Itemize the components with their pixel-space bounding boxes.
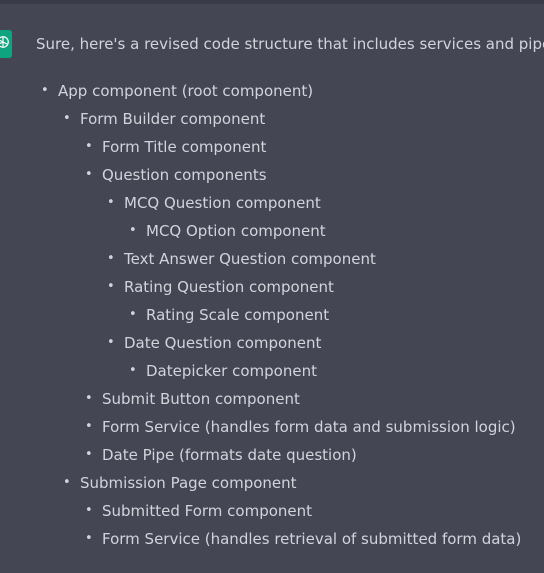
bullet-icon: •	[107, 279, 115, 294]
tree-item: • Rating Scale component	[0, 303, 544, 331]
tree-item-label: Text Answer Question component	[124, 250, 376, 268]
top-divider	[0, 0, 544, 4]
tree-item-label: Datepicker component	[146, 362, 317, 380]
tree-item: • Question components	[0, 163, 544, 191]
tree-item: • Text Answer Question component	[0, 247, 544, 275]
bullet-icon: •	[85, 447, 93, 462]
tree-item: • MCQ Option component	[0, 219, 544, 247]
tree-item: • MCQ Question component	[0, 191, 544, 219]
tree-item: • Date Question component	[0, 331, 544, 359]
bullet-icon: •	[107, 195, 115, 210]
bullet-icon: •	[129, 363, 137, 378]
tree-item: • Submit Button component	[0, 387, 544, 415]
component-tree: • App component (root component) • Form Bui…	[0, 79, 544, 555]
tree-item: • Date Pipe (formats date question)	[0, 443, 544, 471]
tree-item-label: Form Service (handles retrieval of submi…	[102, 530, 522, 548]
bullet-icon: •	[41, 83, 49, 98]
message-intro: Sure, here's a revised code structure th…	[36, 35, 544, 53]
tree-item: • Form Builder component	[0, 107, 544, 135]
tree-item: • Submitted Form component	[0, 499, 544, 527]
tree-item-label: Question components	[102, 166, 267, 184]
tree-item: • Datepicker component	[0, 359, 544, 387]
tree-item-label: Form Builder component	[80, 110, 266, 128]
tree-item-label: MCQ Option component	[146, 222, 326, 240]
openai-logo-icon	[0, 33, 12, 55]
bullet-icon: •	[129, 307, 137, 322]
bullet-icon: •	[107, 335, 115, 350]
bullet-icon: •	[85, 139, 93, 154]
tree-item-label: Submit Button component	[102, 390, 300, 408]
tree-item: • Form Service (handles retrieval of subm…	[0, 527, 544, 555]
bullet-icon: •	[85, 391, 93, 406]
tree-item-label: Date Question component	[124, 334, 322, 352]
tree-item-label: Submission Page component	[80, 474, 297, 492]
tree-item: • Rating Question component	[0, 275, 544, 303]
bullet-icon: •	[85, 503, 93, 518]
tree-item: • Form Title component	[0, 135, 544, 163]
tree-item: • Form Service (handles form data and sub…	[0, 415, 544, 443]
assistant-avatar	[0, 30, 12, 58]
tree-item: • Submission Page component	[0, 471, 544, 499]
tree-item-label: Rating Scale component	[146, 306, 330, 324]
bullet-icon: •	[85, 167, 93, 182]
tree-item: • App component (root component)	[0, 79, 544, 107]
tree-item-label: Form Title component	[102, 138, 267, 156]
tree-item-label: Form Service (handles form data and subm…	[102, 418, 516, 436]
bullet-icon: •	[63, 475, 71, 490]
tree-item-label: Date Pipe (formats date question)	[102, 446, 357, 464]
tree-item-label: Submitted Form component	[102, 502, 313, 520]
tree-item-label: Rating Question component	[124, 278, 334, 296]
bullet-icon: •	[85, 419, 93, 434]
bullet-icon: •	[85, 531, 93, 546]
bullet-icon: •	[107, 251, 115, 266]
bullet-icon: •	[129, 223, 137, 238]
tree-item-label: App component (root component)	[58, 82, 314, 100]
bullet-icon: •	[63, 111, 71, 126]
tree-item-label: MCQ Question component	[124, 194, 321, 212]
